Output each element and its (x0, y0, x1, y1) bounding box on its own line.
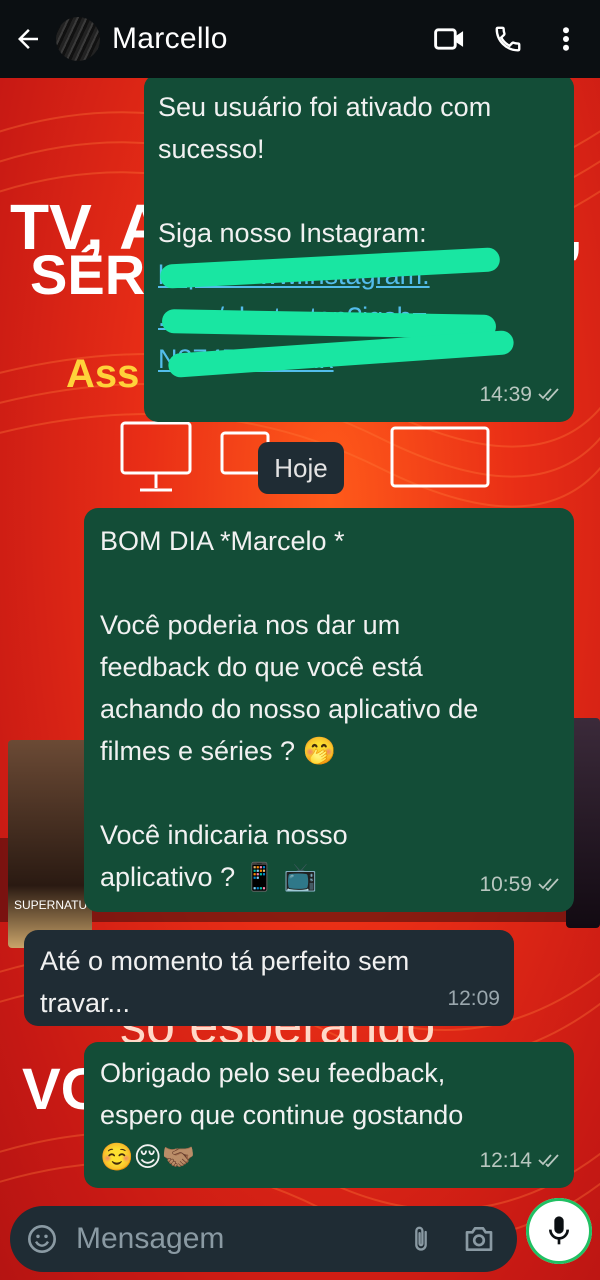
message-meta: 12:14 (479, 1140, 560, 1182)
message-time: 12:14 (479, 1149, 532, 1172)
message-time: 12:09 (447, 987, 500, 1010)
poster-left (8, 740, 92, 948)
read-receipt-icon (538, 374, 560, 416)
message-bubble-outgoing[interactable]: Obrigado pelo seu feedback, espero que c… (84, 1042, 574, 1188)
contact-avatar[interactable] (56, 17, 100, 61)
day-separator: Hoje (258, 442, 344, 494)
message-text: BOM DIA *Marcelo * Você poderia nos dar … (100, 526, 479, 892)
message-time: 14:39 (479, 383, 532, 406)
emoji-icon[interactable] (20, 1217, 64, 1261)
contact-name[interactable]: Marcello (112, 22, 228, 56)
more-vert-icon[interactable] (544, 17, 588, 61)
phone-icon[interactable] (486, 17, 530, 61)
attach-icon[interactable] (399, 1217, 443, 1261)
chat-header: Marcello (0, 0, 600, 78)
message-bubble-incoming[interactable]: Até o momento tá perfeito sem travar... … (24, 930, 514, 1026)
camera-icon[interactable] (457, 1217, 501, 1261)
read-receipt-icon (538, 1140, 560, 1182)
message-meta: 14:39 (479, 374, 560, 416)
message-composer: Mensagem (10, 1206, 517, 1272)
mic-icon[interactable] (526, 1198, 592, 1264)
message-text: Seu usuário foi ativado com sucesso! Sig… (158, 92, 492, 248)
message-time: 10:59 (479, 873, 532, 896)
wallpaper-headline-2: SÉRI (30, 243, 161, 306)
wallpaper-accent: Ass (66, 352, 140, 396)
read-receipt-icon (538, 864, 560, 906)
message-meta: 10:59 (479, 864, 560, 906)
message-input[interactable]: Mensagem (76, 1222, 399, 1256)
poster-left-caption: SUPERNATU (14, 898, 88, 912)
back-arrow-icon[interactable] (4, 15, 52, 63)
message-bubble-outgoing[interactable]: BOM DIA *Marcelo * Você poderia nos dar … (84, 508, 574, 912)
video-call-icon[interactable] (428, 17, 472, 61)
message-meta: 12:09 (447, 978, 500, 1020)
message-bubble-outgoing[interactable]: Seu usuário foi ativado com sucesso! Sig… (144, 74, 574, 422)
message-text: Até o momento tá perfeito sem travar... (40, 946, 410, 1018)
